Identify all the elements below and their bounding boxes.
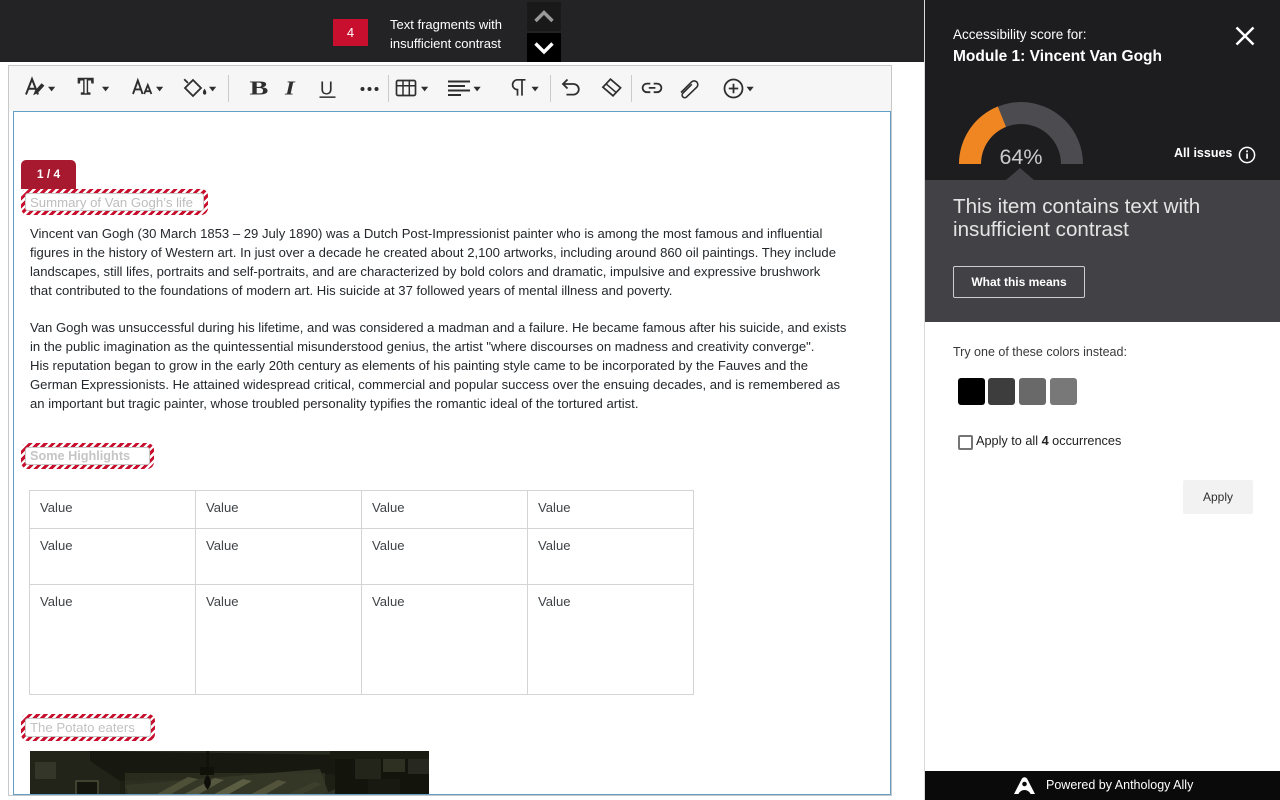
svg-text:U: U <box>320 79 333 99</box>
svg-text:B: B <box>250 77 269 99</box>
svg-text:T: T <box>78 74 93 99</box>
svg-text:I: I <box>284 77 296 99</box>
